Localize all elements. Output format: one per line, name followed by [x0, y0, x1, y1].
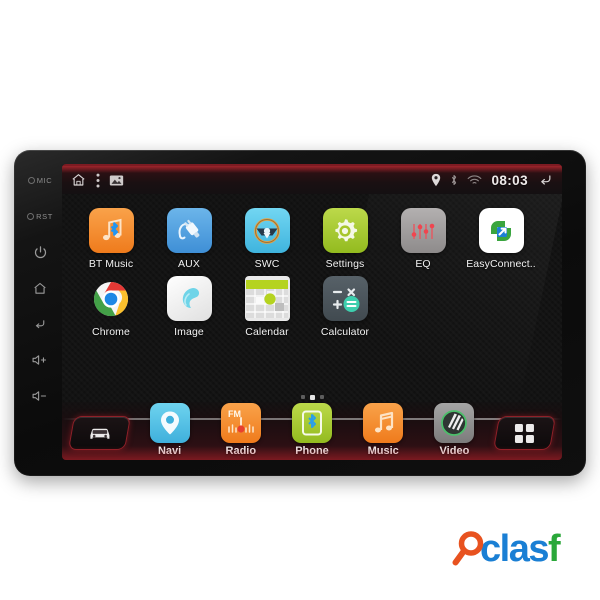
app-label: Image — [174, 326, 204, 338]
volume-up-button[interactable] — [23, 342, 57, 378]
touchscreen-display[interactable]: 08:03 BT Music AUX SWC Settings EQ EasyC… — [62, 164, 562, 460]
app-settings[interactable]: Settings — [306, 202, 384, 270]
reset-dot-icon — [27, 212, 35, 220]
page-dot[interactable] — [319, 395, 324, 399]
app-calendar[interactable]: Calendar — [228, 270, 306, 338]
location-pin-icon — [431, 173, 441, 187]
screenshot-canvas: MIC RST 08:03 BT Music AUX SWC Settings … — [0, 0, 600, 600]
bluetooth-phone-icon — [292, 403, 332, 443]
watermark-text: clas — [480, 528, 549, 570]
bt-music-icon — [88, 208, 134, 253]
app-label: EQ — [415, 258, 431, 270]
magnifier-icon — [452, 530, 486, 568]
app-label: EasyConnect.. — [466, 258, 536, 270]
power-button[interactable] — [23, 234, 57, 270]
volume-down-icon — [32, 391, 47, 401]
app-swc[interactable]: SWC — [228, 202, 306, 270]
calendar-icon — [244, 276, 290, 321]
app-calculator[interactable]: Calculator — [306, 270, 384, 338]
reset-label: RST — [36, 211, 53, 221]
gear-icon — [322, 208, 368, 253]
power-icon — [34, 245, 46, 258]
app-easyconnect[interactable]: EasyConnect.. — [462, 202, 540, 270]
music-note-icon — [363, 403, 404, 443]
all-apps-button[interactable] — [493, 416, 556, 450]
app-row-1: BT Music AUX SWC Settings EQ EasyConnect… — [72, 202, 552, 270]
wifi-icon — [467, 174, 482, 186]
mic-label: MIC — [36, 175, 53, 185]
status-back-arrow-icon[interactable] — [537, 172, 554, 188]
back-arrow-icon — [35, 319, 45, 328]
bottom-dock: Navi FM — [62, 402, 562, 460]
video-disc-icon — [434, 403, 475, 443]
app-label: Calendar — [245, 326, 289, 338]
page-dot-active[interactable] — [309, 395, 315, 400]
app-label: BT Music — [88, 258, 134, 270]
volume-down-button[interactable] — [23, 378, 57, 414]
app-label: Calculator — [320, 326, 370, 338]
car-head-unit-device: MIC RST 08:03 BT Music AUX SWC Settings … — [14, 150, 586, 476]
hardware-button-column: MIC RST — [14, 150, 66, 476]
bluetooth-icon — [450, 173, 458, 187]
hardware-home-button[interactable] — [23, 270, 57, 306]
app-grid-icon — [515, 423, 534, 443]
car-icon — [89, 428, 110, 439]
status-bar: 08:03 — [62, 164, 562, 194]
dock-glow — [62, 446, 562, 460]
page-indicator — [62, 395, 562, 400]
overflow-menu-icon[interactable] — [96, 173, 100, 188]
image-gallery-icon — [166, 276, 212, 321]
calculator-icon — [322, 276, 368, 321]
car-info-button[interactable] — [68, 416, 131, 450]
app-image[interactable]: Image — [150, 270, 228, 338]
mic-indicator: MIC — [23, 162, 57, 198]
aux-plug-icon — [166, 208, 212, 253]
status-clock: 08:03 — [491, 172, 528, 188]
watermark-accent: f — [547, 528, 561, 570]
app-label: SWC — [254, 258, 280, 270]
home-icon — [34, 282, 46, 294]
app-label: Chrome — [92, 326, 130, 338]
app-row-2: Chrome Image Calendar Calculator — [72, 270, 552, 338]
app-label: Settings — [325, 258, 365, 270]
home-screen-app-grid: BT Music AUX SWC Settings EQ EasyConnect… — [62, 194, 562, 402]
navigation-pin-icon — [149, 403, 190, 443]
svg-text:FM: FM — [228, 409, 241, 419]
app-aux[interactable]: AUX — [150, 202, 228, 270]
app-eq[interactable]: EQ — [384, 202, 462, 270]
fm-radio-icon: FM — [220, 403, 261, 443]
steering-wheel-icon — [244, 208, 290, 253]
easyconnect-icon — [478, 208, 524, 253]
hardware-back-button[interactable] — [23, 306, 57, 342]
app-label: AUX — [178, 258, 200, 270]
mic-dot-icon — [27, 176, 35, 184]
chrome-icon — [89, 276, 134, 321]
page-dot[interactable] — [300, 395, 305, 399]
reset-button[interactable]: RST — [23, 198, 57, 234]
screenshot-icon[interactable] — [109, 174, 124, 187]
volume-up-icon — [32, 355, 47, 365]
equalizer-icon — [400, 208, 446, 253]
clasf-watermark: clas f — [452, 528, 561, 570]
app-chrome[interactable]: Chrome — [72, 270, 150, 338]
app-bt-music[interactable]: BT Music — [72, 202, 150, 270]
status-home-icon[interactable] — [70, 172, 87, 188]
